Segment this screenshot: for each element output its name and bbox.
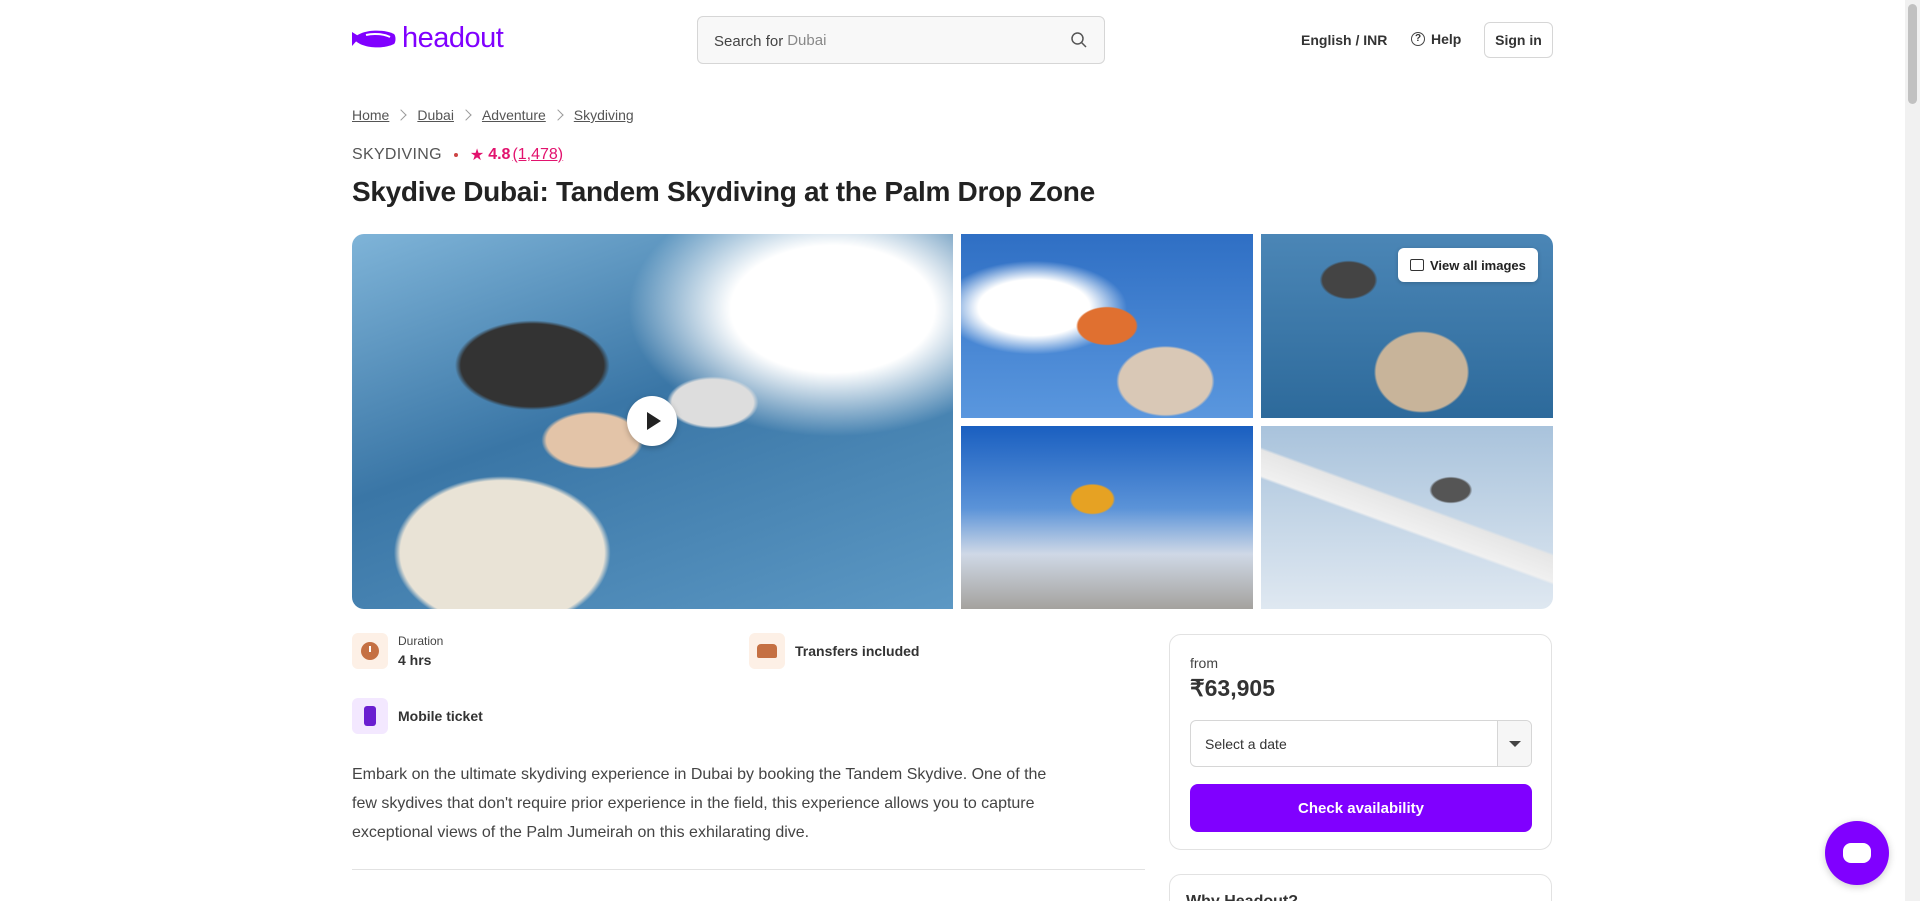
duration-value: 4 hrs xyxy=(398,652,432,668)
search-value: Dubai xyxy=(787,31,827,49)
why-headout-card: Why Headout? xyxy=(1169,874,1552,901)
page-scrollbar[interactable] xyxy=(1905,0,1920,901)
play-button[interactable] xyxy=(627,396,677,446)
star-icon: ★ xyxy=(469,147,485,164)
breadcrumb-home[interactable]: Home xyxy=(352,107,389,123)
logo-text: headout xyxy=(402,22,504,54)
date-dropdown-toggle[interactable] xyxy=(1497,721,1531,766)
main-video-thumbnail[interactable] xyxy=(352,234,953,609)
mobile-ticket-icon xyxy=(364,706,376,726)
caret-down-icon xyxy=(1508,740,1521,747)
chevron-right-icon xyxy=(552,109,564,121)
product-meta: SKYDIVING ★ 4.8 (1,478) xyxy=(352,145,563,165)
page-title: Skydive Dubai: Tandem Skydiving at the P… xyxy=(352,176,1095,207)
duration-feature: Duration 4 hrs xyxy=(352,633,443,669)
top-header: headout Search for Dubai English / INR ?… xyxy=(0,0,1905,80)
help-icon: ? xyxy=(1411,32,1425,46)
transfers-label: Transfers included xyxy=(795,643,920,659)
section-divider xyxy=(352,869,1145,870)
check-availability-button[interactable]: Check availability xyxy=(1190,784,1532,832)
price-value: ₹63,905 xyxy=(1190,675,1275,701)
breadcrumb-adventure[interactable]: Adventure xyxy=(482,107,546,123)
chevron-right-icon xyxy=(460,109,472,121)
mobile-ticket-feature: Mobile ticket xyxy=(352,698,483,734)
image-gallery[interactable] xyxy=(352,234,1553,609)
sign-in-button[interactable]: Sign in xyxy=(1484,22,1553,58)
car-icon xyxy=(757,644,777,658)
duration-icon-box xyxy=(352,633,388,669)
breadcrumb-skydiving[interactable]: Skydiving xyxy=(574,107,634,123)
product-description: Embark on the ultimate skydiving experie… xyxy=(352,766,1047,841)
chevron-right-icon xyxy=(395,109,408,121)
category-label: SKYDIVING xyxy=(352,146,442,163)
help-label: Help xyxy=(1431,31,1462,47)
transfers-icon-box xyxy=(749,633,785,669)
search-input[interactable]: Search for Dubai xyxy=(697,16,1105,64)
search-label: Search for xyxy=(714,32,784,50)
gallery-image[interactable] xyxy=(1261,426,1553,609)
rating-value: 4.8 xyxy=(488,146,511,163)
language-currency-selector[interactable]: English / INR xyxy=(1301,32,1387,48)
chat-bubble-icon xyxy=(1843,843,1871,863)
separator-dot xyxy=(453,153,458,157)
duration-label: Duration xyxy=(398,634,444,648)
view-all-label: View all images xyxy=(1430,257,1526,273)
headout-logo[interactable]: headout xyxy=(352,22,504,55)
help-link[interactable]: ? Help xyxy=(1411,31,1461,47)
breadcrumb-dubai[interactable]: Dubai xyxy=(417,107,454,123)
search-icon[interactable] xyxy=(1070,31,1088,49)
breadcrumb: Home Dubai Adventure Skydiving xyxy=(352,107,634,123)
view-all-images-button[interactable]: View all images xyxy=(1398,248,1538,282)
transfers-feature: Transfers included xyxy=(749,633,919,669)
date-select-placeholder: Select a date xyxy=(1205,735,1287,752)
scrollbar-thumb[interactable] xyxy=(1908,4,1917,104)
gallery-image[interactable] xyxy=(961,426,1253,609)
clock-icon xyxy=(361,642,379,660)
mobile-ticket-label: Mobile ticket xyxy=(398,708,483,724)
image-icon xyxy=(1410,259,1424,271)
chat-support-button[interactable] xyxy=(1825,821,1889,885)
play-icon xyxy=(647,412,661,430)
gallery-image[interactable] xyxy=(961,234,1253,418)
date-select[interactable]: Select a date xyxy=(1190,720,1532,767)
reviews-link[interactable]: (1,478) xyxy=(512,146,563,164)
ticket-icon-box xyxy=(352,698,388,734)
blimp-logo-icon xyxy=(352,30,396,47)
why-headout-title: Why Headout? xyxy=(1186,893,1298,901)
booking-card: from ₹63,905 Select a date Check availab… xyxy=(1169,634,1552,850)
price-from-label: from xyxy=(1190,655,1218,671)
